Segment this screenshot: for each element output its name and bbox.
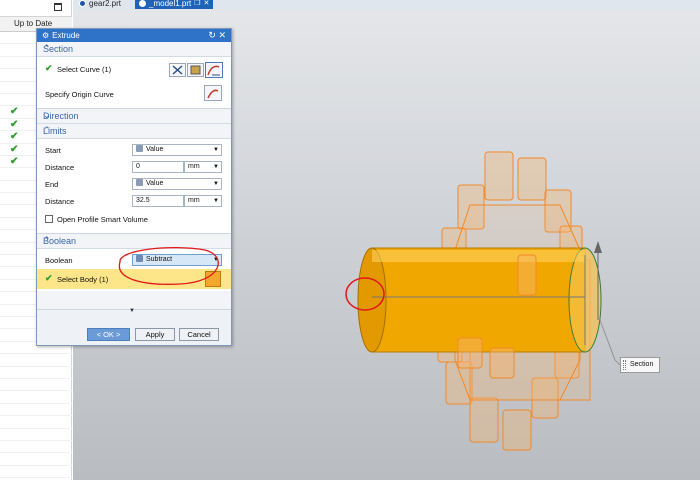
start-unit-dropdown[interactable]: mm ▼ — [184, 161, 222, 173]
close-icon[interactable]: ✕ — [218, 30, 226, 40]
tab-gear2[interactable]: gear2.prt — [75, 0, 125, 9]
section-callout[interactable]: Section — [620, 357, 660, 373]
navigator-row[interactable] — [0, 379, 72, 392]
dialog-titlebar[interactable]: ⚙ Extrude ↻ ✕ — [37, 29, 231, 42]
document-tab-bar: gear2.prt _model1.prt ❐ ✕ — [73, 0, 700, 10]
limits-group-body: Start Value ▼ Distance 0 mm ▼ End Value ▼ D… — [37, 139, 231, 234]
value-icon — [136, 179, 143, 186]
restore-icon[interactable]: ❐ — [194, 0, 200, 9]
boolean-group-header[interactable]: Boolean ⌃ — [37, 234, 231, 249]
start-unit-value: mm — [188, 163, 200, 170]
drag-grip-icon[interactable] — [623, 360, 626, 370]
navigator-row[interactable] — [0, 429, 72, 441]
limits-group-header[interactable]: Limits ⌃ — [37, 124, 231, 139]
section-group-header[interactable]: Section ⌃ — [37, 42, 231, 57]
start-distance-label: Distance — [45, 163, 75, 172]
dropdown-arrow-icon: ▼ — [213, 257, 219, 263]
maximize-icon[interactable] — [54, 3, 62, 11]
dropdown-arrow-icon: ▼ — [213, 147, 219, 153]
close-tab-icon[interactable]: ✕ — [204, 0, 210, 9]
end-distance-input[interactable]: 32.5 — [132, 195, 184, 207]
origin-curve-icon[interactable] — [204, 85, 222, 101]
value-icon — [136, 145, 143, 152]
curve-rule-icon[interactable] — [169, 63, 186, 77]
chevron-up-icon[interactable]: ⌃ — [43, 125, 225, 136]
dropdown-arrow-icon: ▼ — [213, 164, 219, 170]
select-body-label: Select Body (1) — [57, 275, 109, 284]
check-icon: ✔ — [10, 155, 19, 167]
ok-button[interactable]: < OK > — [87, 328, 130, 341]
extrude-dialog: ⚙ Extrude ↻ ✕ Section ⌃ ✔ Select Curve (1… — [36, 28, 232, 346]
direction-group-header[interactable]: Direction ⌄ — [37, 109, 231, 124]
section-group-body: ✔ Select Curve (1) Specify Origin Curve — [37, 57, 231, 109]
start-option-dropdown[interactable]: Value ▼ — [132, 144, 222, 156]
up-to-date-column-label: Up to Date — [14, 19, 53, 28]
dialog-title: Extrude — [52, 31, 80, 40]
more-options-icon[interactable]: ▼ — [129, 308, 135, 314]
open-profile-label: Open Profile Smart Volume — [57, 215, 148, 224]
end-unit-dropdown[interactable]: mm ▼ — [184, 195, 222, 207]
end-unit-value: mm — [188, 197, 200, 204]
navigator-row[interactable] — [0, 391, 72, 404]
reset-icon[interactable]: ↻ — [208, 30, 216, 40]
boolean-group-body: Boolean Subtract ▼ ✔ Select Body (1) — [37, 249, 231, 291]
apply-button[interactable]: Apply — [135, 328, 175, 341]
part-file-icon — [139, 0, 146, 7]
select-body-row[interactable]: ✔ Select Body (1) — [37, 269, 231, 289]
boolean-label: Boolean — [45, 256, 73, 265]
leader-line — [599, 319, 621, 366]
solid-body-icon[interactable] — [205, 271, 221, 287]
open-profile-checkbox[interactable] — [45, 215, 53, 223]
chevron-up-icon[interactable]: ⌃ — [43, 43, 225, 54]
tab-model1[interactable]: _model1.prt ❐ ✕ — [135, 0, 214, 9]
start-label: Start — [45, 146, 61, 155]
dropdown-arrow-icon: ▼ — [213, 181, 219, 187]
curve-icon[interactable] — [205, 62, 223, 78]
end-option-value: Value — [146, 180, 164, 187]
start-option-value: Value — [146, 146, 164, 153]
specify-origin-label: Specify Origin Curve — [45, 90, 114, 99]
boolean-dropdown[interactable]: Subtract ▼ — [132, 254, 222, 266]
cancel-button[interactable]: Cancel — [179, 328, 219, 341]
navigator-row[interactable] — [0, 404, 72, 417]
end-label: End — [45, 180, 59, 189]
navigator-row[interactable] — [0, 367, 72, 379]
end-distance-value: 32.5 — [136, 197, 150, 204]
navigator-header — [0, 0, 71, 17]
boolean-value: Subtract — [146, 256, 173, 263]
gear-icon: ⚙ — [42, 31, 50, 40]
navigator-row[interactable] — [0, 466, 72, 479]
subtract-icon — [136, 255, 143, 262]
tab-label: gear2.prt — [89, 0, 122, 8]
end-distance-label: Distance — [45, 197, 75, 206]
navigator-row[interactable] — [0, 354, 72, 367]
part-file-icon — [79, 0, 86, 7]
check-icon: ✔ — [10, 143, 19, 155]
end-option-dropdown[interactable]: Value ▼ — [132, 178, 222, 190]
check-icon: ✔ — [45, 273, 53, 283]
tab-label: _model1.prt — [149, 0, 192, 8]
start-distance-input[interactable]: 0 — [132, 161, 184, 173]
check-icon: ✔ — [10, 106, 19, 118]
cylinder-body — [357, 241, 602, 353]
check-icon: ✔ — [10, 118, 19, 130]
chevron-down-icon[interactable]: ⌄ — [43, 110, 225, 121]
navigator-row[interactable] — [0, 453, 72, 466]
check-icon: ✔ — [45, 63, 53, 73]
check-icon: ✔ — [10, 131, 19, 143]
chevron-up-icon[interactable]: ⌃ — [43, 235, 225, 246]
navigator-row[interactable] — [0, 416, 72, 429]
callout-label: Section — [630, 361, 654, 368]
select-curve-label[interactable]: Select Curve (1) — [57, 65, 111, 74]
navigator-row[interactable] — [0, 441, 72, 454]
dialog-footer: ▼ < OK > Apply Cancel — [37, 308, 231, 345]
dropdown-arrow-icon: ▼ — [213, 198, 219, 204]
sketch-section-icon[interactable] — [187, 63, 204, 77]
start-distance-value: 0 — [136, 163, 140, 170]
